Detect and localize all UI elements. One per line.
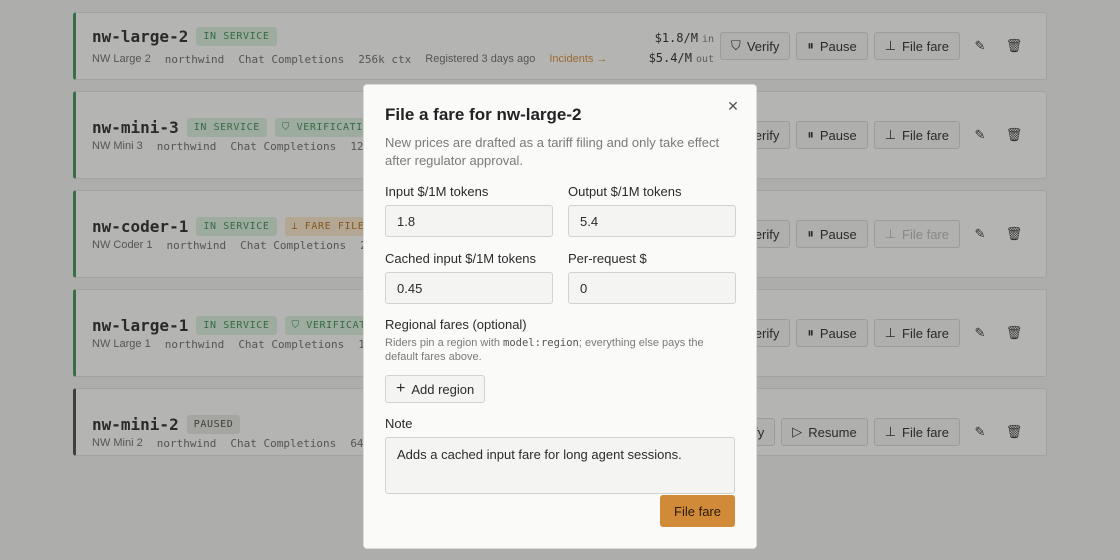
plus-icon: + <box>396 380 406 397</box>
request-price-field[interactable]: 0 <box>568 272 736 304</box>
regional-fares-title: Regional fares (optional) <box>385 317 527 332</box>
note-textarea[interactable]: Adds a cached input fare for long agent … <box>385 437 735 494</box>
file-fare-dialog: ✕ File a fare for nw-large-2 New prices … <box>363 84 757 549</box>
regional-fares-description: Riders pin a region with model:region; e… <box>385 337 704 363</box>
note-label: Note <box>385 416 413 431</box>
cached-price-label: Cached input $/1M tokens <box>385 251 537 266</box>
output-price-field[interactable]: 5.4 <box>568 205 736 237</box>
dialog-description: New prices are drafted as a tariff filin… <box>385 135 720 168</box>
cached-price-field[interactable]: 0.45 <box>385 272 553 304</box>
file-fare-submit-button[interactable]: File fare <box>660 495 735 527</box>
input-price-field[interactable]: 1.8 <box>385 205 553 237</box>
request-price-label: Per-request $ <box>568 251 647 266</box>
input-price-label: Input $/1M tokens <box>385 184 489 199</box>
dialog-title: File a fare for nw-large-2 <box>385 105 582 124</box>
close-icon[interactable]: ✕ <box>724 97 742 115</box>
add-region-button[interactable]: + Add region <box>385 375 486 403</box>
output-price-label: Output $/1M tokens <box>568 184 682 199</box>
